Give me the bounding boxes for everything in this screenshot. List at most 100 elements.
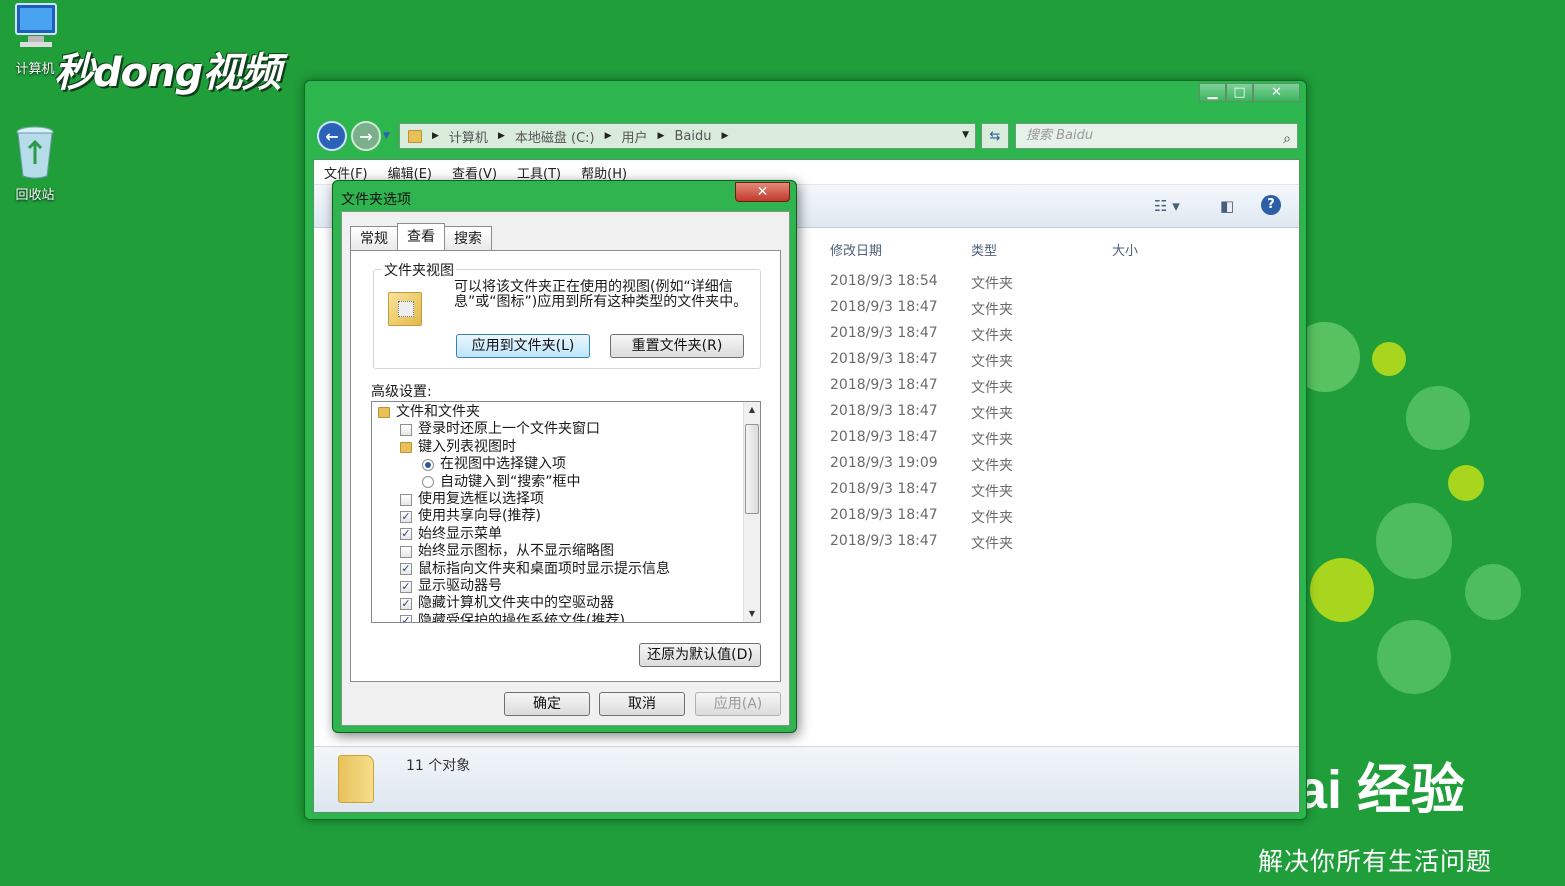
tree-item-label: 文件和文件夹 [396, 404, 480, 420]
refresh-button[interactable]: ⇆ [981, 123, 1009, 149]
row-date: 2018/9/3 18:47 [830, 481, 938, 497]
address-dropdown-icon[interactable]: ▼ [962, 130, 969, 140]
breadcrumb-baidu[interactable]: Baidu [674, 129, 711, 144]
checkbox[interactable]: ✓ [400, 510, 412, 523]
reset-folders-button[interactable]: 重置文件夹(R) [610, 334, 744, 358]
tree-item-label: 键入列表视图时 [418, 438, 516, 455]
decoration-circle [1376, 503, 1452, 579]
dialog-close-button[interactable]: ✕ [735, 182, 790, 202]
checkbox[interactable]: ✓ [400, 563, 412, 576]
group-legend: 文件夹视图 [382, 260, 456, 280]
tree-item[interactable]: ✓ 隐藏受保护的操作系统文件(推荐) [400, 613, 625, 622]
refresh-icon: ⇆ [989, 128, 1001, 144]
radio-button[interactable] [422, 458, 434, 471]
tree-scrollbar[interactable]: ▲ ▼ [743, 402, 760, 622]
checkbox[interactable]: ✓ [400, 615, 412, 622]
table-row[interactable]: 2018/9/3 18:47 文件夹 [830, 351, 1013, 377]
search-input[interactable]: 搜索 Baidu ⌕ [1015, 123, 1298, 149]
desktop-icon-recycle-bin[interactable]: 回收站 [0, 124, 70, 203]
close-icon: ✕ [756, 184, 769, 200]
chevron-down-icon: ▼ [383, 131, 390, 141]
tree-item[interactable]: 使用复选框以选择项 [400, 491, 544, 508]
row-date: 2018/9/3 18:47 [830, 403, 938, 419]
breadcrumb-users[interactable]: 用户 [622, 127, 648, 146]
table-row[interactable]: 2018/9/3 18:47 文件夹 [830, 325, 1013, 351]
search-icon[interactable]: ⌕ [1283, 127, 1291, 151]
tree-item[interactable]: 在视图中选择键入项 [422, 456, 566, 473]
tree-item[interactable]: 登录时还原上一个文件夹窗口 [400, 421, 600, 438]
item-count: 11 个对象 [406, 758, 471, 774]
breadcrumb-computer[interactable]: 计算机 [449, 127, 488, 146]
checkbox[interactable] [400, 545, 412, 558]
apply-button[interactable]: 应用(A) [695, 692, 781, 716]
column-header-size[interactable]: 大小 [1112, 240, 1138, 259]
ok-button[interactable]: 确定 [504, 692, 590, 716]
desktop-icon-label: 计算机 [15, 62, 55, 77]
help-icon[interactable]: ? [1261, 195, 1281, 215]
cancel-button[interactable]: 取消 [599, 692, 685, 716]
table-row[interactable]: 2018/9/3 19:09 文件夹 [830, 455, 1013, 481]
tree-item[interactable]: ✓ 鼠标指向文件夹和桌面项时显示提示信息 [400, 561, 670, 578]
advanced-settings-tree: ✓ 隐藏受保护的操作系统文件(推荐) ✓ 隐藏计算机文件夹中的空驱动器 ✓ 显示驱动器号 ✓… [371, 401, 761, 623]
breadcrumb-local-disk[interactable]: 本地磁盘 (C:) [515, 127, 595, 146]
row-type: 文件夹 [971, 432, 1013, 448]
restore-defaults-button[interactable]: 还原为默认值(D) [639, 643, 761, 667]
row-type: 文件夹 [971, 276, 1013, 292]
row-type: 文件夹 [971, 302, 1013, 318]
menu-view[interactable]: 查看(V) [452, 163, 497, 182]
table-row[interactable]: 2018/9/3 18:47 文件夹 [830, 377, 1013, 403]
tree-item[interactable]: 始终显示图标，从不显示缩略图 [400, 543, 614, 560]
tab-general[interactable]: 常规 [350, 226, 398, 250]
address-bar[interactable]: ▶ 计算机 ▶ 本地磁盘 (C:) ▶ 用户 ▶ Baidu ▶ ▼ [399, 123, 976, 149]
scroll-thumb[interactable] [745, 424, 759, 514]
maximize-icon: □ [1233, 85, 1246, 100]
radio-button[interactable] [422, 476, 434, 489]
checkbox[interactable] [400, 493, 412, 506]
column-header-type[interactable]: 类型 [971, 240, 997, 259]
table-row[interactable]: 2018/9/3 18:47 文件夹 [830, 533, 1013, 559]
checkbox[interactable]: ✓ [400, 597, 412, 610]
tab-search[interactable]: 搜索 [444, 226, 492, 250]
menu-tools[interactable]: 工具(T) [517, 163, 561, 182]
table-row[interactable]: 2018/9/3 18:47 文件夹 [830, 299, 1013, 325]
details-pane: 11 个对象 [314, 746, 1299, 812]
scroll-down-icon[interactable]: ▼ [744, 606, 760, 622]
row-date: 2018/9/3 18:47 [830, 429, 938, 445]
row-type: 文件夹 [971, 328, 1013, 344]
tree-item-label: 登录时还原上一个文件夹窗口 [418, 421, 600, 438]
tree-item[interactable]: ✓ 始终显示菜单 [400, 526, 502, 543]
maximize-button[interactable]: □ [1226, 83, 1253, 102]
menu-file[interactable]: 文件(F) [324, 163, 368, 182]
checkbox[interactable] [400, 423, 412, 436]
scroll-up-icon[interactable]: ▲ [744, 402, 760, 418]
desktop-icon-label: 回收站 [15, 188, 55, 203]
tree-item[interactable]: ✓ 使用共享向导(推荐) [400, 508, 541, 525]
chevron-right-icon: ▶ [657, 131, 665, 141]
menu-help[interactable]: 帮助(H) [581, 163, 627, 182]
folder-view-group: 文件夹视图 可以将该文件夹正在使用的视图(例如“详细信息”或“图标”)应用到所有… [373, 260, 761, 369]
checkbox[interactable]: ✓ [400, 580, 412, 593]
tree-item[interactable]: ✓ 隐藏计算机文件夹中的空驱动器 [400, 595, 614, 612]
recent-pages-dropdown[interactable]: ▼ [383, 131, 390, 141]
tree-item[interactable]: ✓ 显示驱动器号 [400, 578, 502, 595]
back-button[interactable]: ← [317, 121, 347, 151]
row-type: 文件夹 [971, 354, 1013, 370]
chevron-right-icon: ▶ [721, 131, 729, 141]
tree-item[interactable]: 自动键入到“搜索”框中 [422, 474, 581, 491]
minimize-button[interactable]: ▁ [1199, 83, 1226, 102]
table-row[interactable]: 2018/9/3 18:47 文件夹 [830, 429, 1013, 455]
tab-view[interactable]: 查看 [397, 223, 445, 250]
view-options-icon[interactable]: ☷ ▾ [1154, 197, 1180, 215]
preview-pane-icon[interactable]: ◧ [1220, 197, 1234, 215]
table-row[interactable]: 2018/9/3 18:54 文件夹 [830, 273, 1013, 299]
table-row[interactable]: 2018/9/3 18:47 文件夹 [830, 403, 1013, 429]
close-button[interactable]: ✕ [1253, 83, 1300, 102]
dialog-body: 常规 查看 搜索 文件夹视图 可以将该文件夹正在使用的视图(例如“详细信息”或“… [341, 211, 790, 726]
apply-to-folders-button[interactable]: 应用到文件夹(L) [456, 334, 590, 358]
table-row[interactable]: 2018/9/3 18:47 文件夹 [830, 481, 1013, 507]
menu-edit[interactable]: 编辑(E) [388, 163, 432, 182]
table-row[interactable]: 2018/9/3 18:47 文件夹 [830, 507, 1013, 533]
checkbox[interactable]: ✓ [400, 528, 412, 541]
column-header-date[interactable]: 修改日期 [830, 240, 882, 259]
forward-button[interactable]: → [351, 121, 381, 151]
